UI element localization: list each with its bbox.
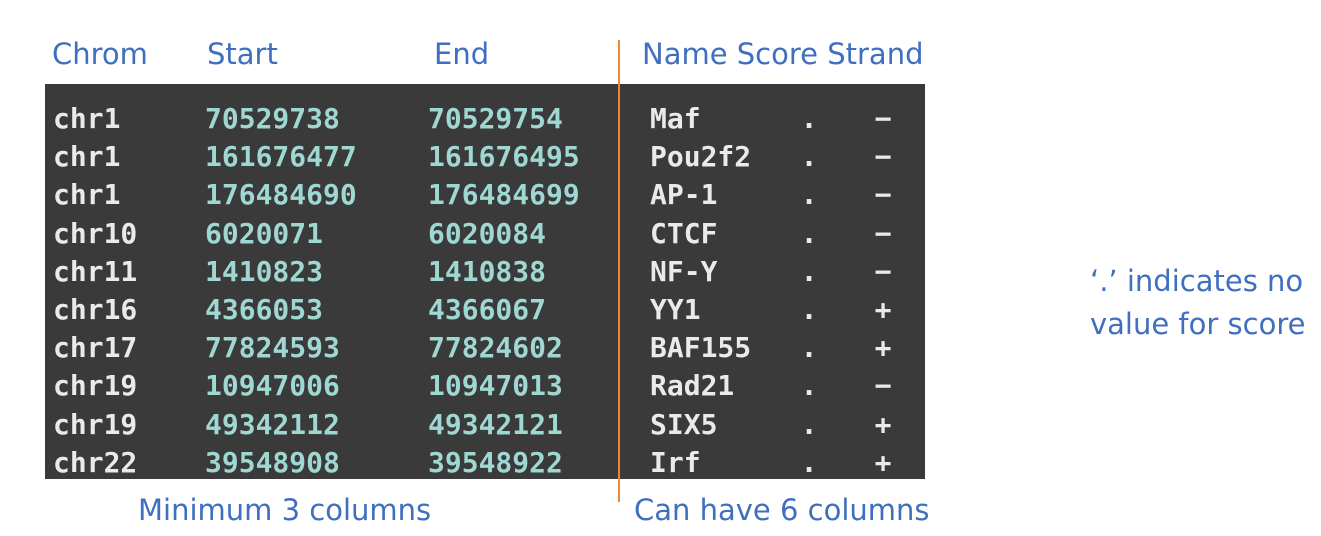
start-cell: 176484690 (205, 178, 357, 212)
name-cell: AP-1 (650, 178, 718, 212)
strand-cell: − (874, 369, 892, 403)
start-cell: 49342112 (205, 407, 340, 441)
name-cell: NF-Y (650, 254, 718, 288)
score-cell: . (800, 407, 818, 441)
start-cell: 10947006 (205, 369, 340, 403)
header-start: Start (207, 37, 278, 71)
end-cell: 77824602 (428, 331, 563, 365)
score-cell: . (800, 140, 818, 174)
strand-cell: + (874, 293, 892, 326)
strand-cell: − (874, 216, 892, 250)
end-cell: 161676495 (428, 140, 580, 174)
start-cell: 39548908 (205, 445, 340, 479)
name-cell: SIX5 (650, 407, 718, 441)
bed-row: chr1 70529738 70529754 Maf. − (45, 100, 925, 138)
score-note-line2: value for score (1090, 307, 1306, 341)
bed-terminal-panel: chr1 70529738 70529754 Maf. − chr1 161676477 16… (45, 84, 925, 479)
strand-cell: − (874, 254, 892, 288)
start-cell: 77824593 (205, 331, 340, 365)
footer-minimum-columns: Minimum 3 columns (138, 493, 432, 527)
start-cell: 1410823 (205, 254, 324, 288)
name-cell: Pou2f2 (650, 140, 752, 174)
score-cell: . (800, 178, 818, 212)
name-cell: YY1 (650, 293, 701, 326)
end-cell: 6020084 (428, 216, 547, 250)
strand-cell: − (874, 140, 892, 174)
start-cell: 161676477 (205, 140, 357, 174)
start-cell: 70529738 (205, 102, 340, 135)
start-cell: 4366053 (205, 293, 324, 326)
chrom-cell: chr10 (53, 216, 138, 250)
end-cell: 1410838 (428, 254, 547, 288)
score-cell: . (800, 445, 818, 479)
bed-row: chr22 39548908 39548922 Irf. + (45, 444, 925, 482)
chrom-cell: chr11 (53, 254, 138, 288)
chrom-cell: chr1 (53, 102, 121, 135)
end-cell: 176484699 (428, 178, 580, 212)
header-chrom: Chrom (52, 37, 148, 71)
chrom-cell: chr16 (53, 293, 138, 326)
chrom-cell: chr1 (53, 178, 121, 212)
strand-cell: − (874, 178, 892, 212)
bed-row: chr10 6020071 6020084 CTCF. − (45, 215, 925, 253)
chrom-cell: chr17 (53, 331, 138, 365)
bed-row: chr11 1410823 1410838 NF-Y. − (45, 253, 925, 291)
start-cell: 6020071 (205, 216, 324, 250)
score-cell: . (800, 369, 818, 403)
end-cell: 39548922 (428, 445, 563, 479)
chrom-cell: chr22 (53, 445, 138, 479)
score-note-line1: ‘.’ indicates no (1090, 264, 1304, 298)
bed-row: chr17 77824593 77824602 BAF155. + (45, 329, 925, 367)
name-cell: BAF155 (650, 331, 752, 365)
column-divider (618, 40, 620, 502)
chrom-cell: chr19 (53, 407, 138, 441)
end-cell: 70529754 (428, 102, 563, 135)
score-cell: . (800, 102, 818, 135)
score-cell: . (800, 216, 818, 250)
bed-row: chr1 161676477 161676495 Pou2f2. − (45, 138, 925, 176)
strand-cell: + (874, 407, 892, 441)
end-cell: 10947013 (428, 369, 563, 403)
strand-cell: + (874, 445, 892, 479)
strand-cell: + (874, 331, 892, 365)
end-cell: 4366067 (428, 293, 547, 326)
name-cell: Rad21 (650, 369, 735, 403)
bed-row: chr19 10947006 10947013 Rad21. − (45, 367, 925, 405)
name-cell: Irf (650, 445, 701, 479)
strand-cell: − (874, 102, 892, 135)
name-cell: CTCF (650, 216, 718, 250)
name-cell: Maf (650, 102, 701, 135)
end-cell: 49342121 (428, 407, 563, 441)
score-cell: . (800, 254, 818, 288)
footer-six-columns: Can have 6 columns (634, 493, 930, 527)
bed-row: chr1 176484690 176484699 AP-1. − (45, 176, 925, 214)
header-end: End (434, 37, 490, 71)
chrom-cell: chr1 (53, 140, 121, 174)
bed-row: chr16 4366053 4366067 YY1. + (45, 291, 925, 329)
score-cell: . (800, 331, 818, 365)
header-name-score-strand: Name Score Strand (642, 37, 924, 71)
score-note: ‘.’ indicates no value for score (1090, 260, 1315, 346)
bed-row: chr19 49342112 49342121 SIX5. + (45, 406, 925, 444)
chrom-cell: chr19 (53, 369, 138, 403)
score-cell: . (800, 293, 818, 326)
